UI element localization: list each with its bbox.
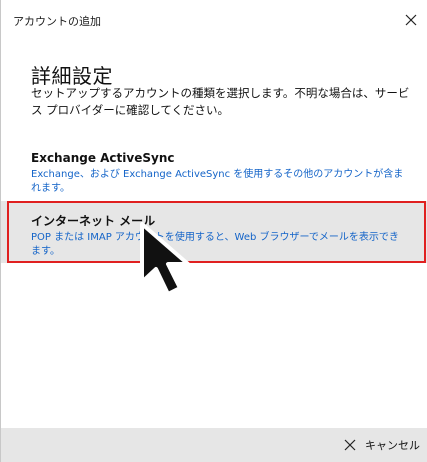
page-description: セットアップするアカウントの種類を選択します。不明な場合は、サービス プロバイダ… xyxy=(31,86,410,117)
window-title: アカウントの追加 xyxy=(13,15,101,28)
footer-bar: キャンセル xyxy=(1,428,427,462)
cancel-label: キャンセル xyxy=(365,439,420,452)
option-title: Exchange ActiveSync xyxy=(31,151,175,165)
cancel-button[interactable]: キャンセル xyxy=(343,435,420,455)
title-bar: アカウントの追加 xyxy=(1,0,427,38)
close-icon xyxy=(405,14,417,26)
option-exchange-activesync[interactable]: Exchange ActiveSync Exchange、および Exchang… xyxy=(1,145,427,207)
option-description: POP または IMAP アカウントを使用すると、Web ブラウザーでメールを表… xyxy=(31,232,399,257)
option-description: Exchange、および Exchange ActiveSync を使用するその… xyxy=(31,169,404,194)
option-internet-mail[interactable]: インターネット メール POP または IMAP アカウントを使用すると、Web… xyxy=(1,201,427,263)
add-account-dialog: アカウントの追加 詳細設定 セットアップするアカウントの種類を選択します。不明な… xyxy=(0,0,427,462)
close-button[interactable] xyxy=(399,8,423,32)
option-title: インターネット メール xyxy=(31,214,156,228)
close-icon xyxy=(344,439,356,451)
